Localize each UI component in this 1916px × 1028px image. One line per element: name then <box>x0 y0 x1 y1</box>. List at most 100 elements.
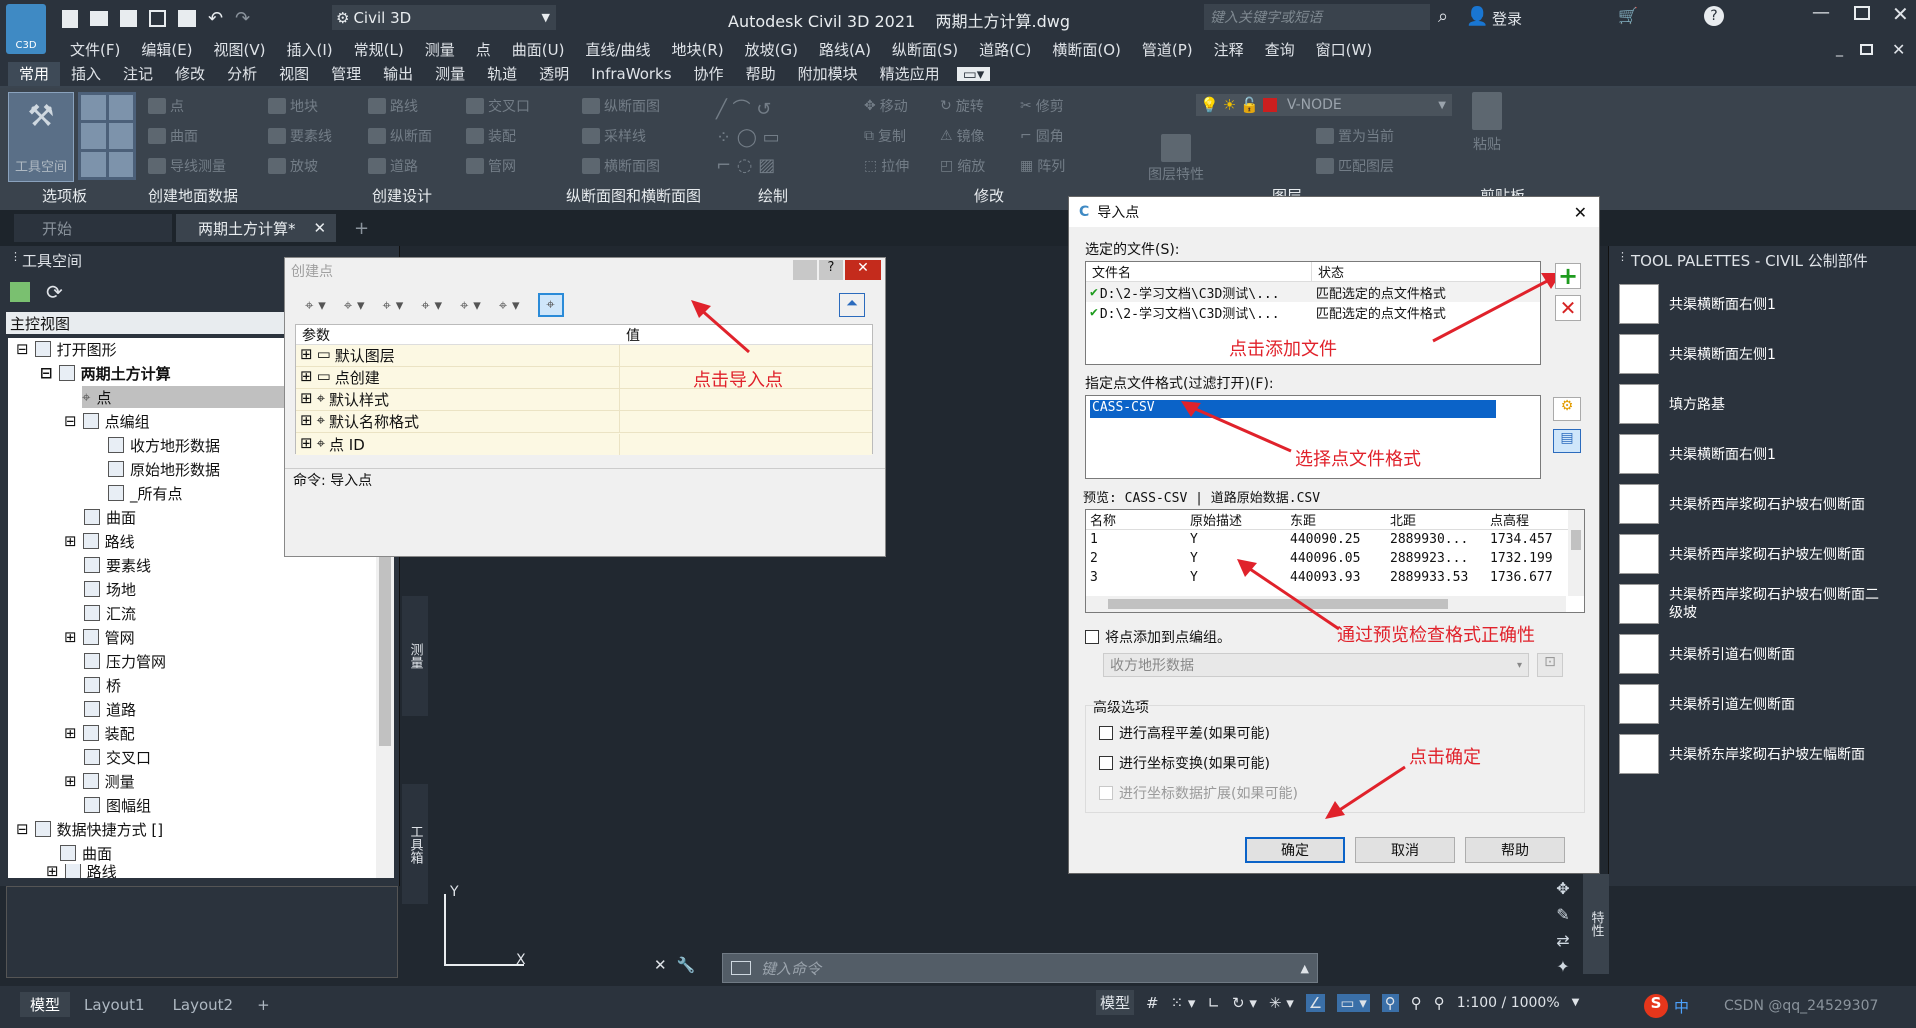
ribbon-traverse[interactable]: 导线测量 <box>148 156 226 176</box>
new-icon[interactable] <box>62 9 78 28</box>
tab-view[interactable]: 视图 <box>268 62 320 86</box>
add-file-icon[interactable]: + <box>1555 263 1581 289</box>
menu-item[interactable]: 放坡(G) <box>745 39 798 60</box>
tab-survey[interactable]: 测量 <box>424 62 476 86</box>
undo-icon[interactable]: ↶ <box>208 8 223 29</box>
palette-item[interactable]: 填方路基 <box>1619 382 1725 426</box>
menu-item[interactable]: 横断面(O) <box>1052 39 1121 60</box>
autoscale-icon[interactable]: ⚲ <box>1411 994 1422 1012</box>
palette-item[interactable]: 共渠桥西岸浆砌石护坡右侧断面二级坡 <box>1619 582 1909 626</box>
maximize-icon[interactable] <box>1854 6 1870 20</box>
tab-featured[interactable]: 精选应用 <box>869 62 951 86</box>
ortho-icon[interactable]: ∟ <box>1207 994 1220 1012</box>
panel-create-design[interactable]: 创建设计 <box>372 185 432 206</box>
tree-item[interactable]: ⊟ 数据快捷方式 [] <box>16 818 163 840</box>
tree-item[interactable]: 桥 <box>84 674 121 696</box>
checkbox[interactable] <box>1085 630 1099 644</box>
tree-item[interactable]: 图幅组 <box>84 794 151 816</box>
properties-side-tab[interactable]: 特性 <box>1583 874 1609 974</box>
grid-icon[interactable]: # <box>1146 994 1159 1012</box>
tree-item[interactable]: 要素线 <box>84 554 151 576</box>
palette-item[interactable]: 共渠桥西岸浆砌石护坡右侧断面 <box>1619 482 1865 526</box>
tree-item[interactable]: _所有点 <box>108 482 183 504</box>
toolspace-settings-icon[interactable] <box>10 282 30 302</box>
tree-item[interactable]: ⊟ 两期土方计算 <box>40 362 171 384</box>
ribbon-sectionview[interactable]: 横断面图 <box>582 156 660 176</box>
tree-item[interactable]: 收方地形数据 <box>108 434 220 456</box>
ok-button[interactable]: 确定 <box>1245 837 1345 863</box>
menu-item[interactable]: 文件(F) <box>70 39 120 60</box>
annotation-visibility-icon[interactable]: ⚲ <box>1381 993 1399 1012</box>
ribbon-setcurrent[interactable]: 置为当前 <box>1316 126 1394 146</box>
ribbon-layerprops[interactable]: 图层特性 <box>1148 134 1204 184</box>
menu-item[interactable]: 视图(V) <box>214 39 266 60</box>
palette-item[interactable]: 共渠桥西岸浆砌石护坡左侧断面 <box>1619 532 1865 576</box>
refresh-icon[interactable]: ⟳ <box>46 280 63 304</box>
menu-item[interactable]: 注释 <box>1214 39 1244 60</box>
ribbon-parcel[interactable]: 地块 <box>268 96 318 116</box>
menu-item[interactable]: 路线(A) <box>819 39 871 60</box>
otrack-icon[interactable]: ∠ <box>1305 993 1326 1012</box>
side-tab-toolbox[interactable]: 工具箱 <box>402 784 428 904</box>
help-button[interactable]: 帮助 <box>1465 837 1565 863</box>
side-tab-survey[interactable]: 测量 <box>402 596 428 716</box>
ribbon-matchlayer[interactable]: 匹配图层 <box>1316 156 1394 176</box>
tab-help[interactable]: 帮助 <box>735 62 787 86</box>
tab-modify[interactable]: 修改 <box>164 62 216 86</box>
ribbon-assembly[interactable]: 装配 <box>466 126 516 146</box>
ribbon-trim[interactable]: ✂ 修剪 <box>1020 96 1064 116</box>
workspace-dropdown[interactable]: ⚙ Civil 3D ▼ <box>332 5 556 30</box>
format-options-icon[interactable]: ▤ <box>1553 429 1581 453</box>
minimize-icon[interactable]: — <box>1812 2 1830 23</box>
polar-icon[interactable]: ↻ ▾ <box>1232 994 1257 1012</box>
menu-item[interactable]: 道路(C) <box>979 39 1031 60</box>
ribbon-mirror[interactable]: ⚠ 镜像 <box>940 126 985 146</box>
command-input[interactable]: 键入命令 <box>761 958 821 979</box>
preview-vscrollbar[interactable] <box>1568 510 1584 596</box>
palette-grip-icon[interactable]: ⋮ <box>1617 250 1628 263</box>
remove-file-icon[interactable]: ✕ <box>1555 295 1581 321</box>
panel-palettes[interactable]: 选项板 <box>42 185 87 206</box>
ribbon-profileview[interactable]: 纵断面图 <box>582 96 660 116</box>
ribbon-surface[interactable]: 曲面 <box>148 126 198 146</box>
tab-transparent[interactable]: 透明 <box>528 62 580 86</box>
add-layout-icon[interactable]: + <box>247 994 280 1016</box>
add-to-group-checkbox[interactable]: 将点添加到点编组。 <box>1085 627 1231 647</box>
help-icon[interactable]: ? <box>1704 6 1724 26</box>
point-create-icon[interactable]: ⌖ ▾ <box>305 296 326 314</box>
tab-layout1[interactable]: Layout1 <box>70 994 159 1016</box>
point-polyline-icon[interactable]: ⌖ ▾ <box>460 296 481 314</box>
param-row[interactable]: ⊞ ▭ 默认图层 <box>296 345 872 367</box>
ribbon-pipenetwork[interactable]: 管网 <box>466 156 516 176</box>
menu-item[interactable]: 管道(P) <box>1142 39 1193 60</box>
close-icon[interactable]: ✕ <box>1892 2 1909 26</box>
toolspace-button[interactable]: ⚒ 工具空间 <box>8 92 74 182</box>
ribbon-paste[interactable]: 粘贴 <box>1472 92 1502 154</box>
search-box[interactable]: 键入关键字或短语 <box>1204 4 1430 30</box>
close-tab-icon[interactable]: ✕ <box>314 219 327 237</box>
menu-item[interactable]: 测量 <box>425 39 455 60</box>
menu-item[interactable]: 窗口(W) <box>1316 39 1373 60</box>
doc-min-icon[interactable]: _ <box>1836 41 1843 57</box>
palette-item[interactable]: 共渠横断面右侧1 <box>1619 282 1776 326</box>
checkbox[interactable] <box>1099 726 1113 740</box>
panel-draw[interactable]: 绘制 <box>758 185 788 206</box>
tree-item[interactable]: ⊞ 路线 <box>64 530 135 552</box>
param-row[interactable]: ⊞ ▭ 点创建 <box>296 367 872 389</box>
ribbon-corridor[interactable]: 道路 <box>368 156 418 176</box>
tree-item[interactable]: ⊞ 路线 <box>46 864 117 878</box>
tree-item[interactable]: 原始地形数据 <box>108 458 220 480</box>
tab-analyze[interactable]: 分析 <box>216 62 268 86</box>
tree-item[interactable]: ⊞ 测量 <box>64 770 135 792</box>
ribbon-intersection[interactable]: 交叉口 <box>466 96 530 116</box>
ribbon-rotate[interactable]: ↻ 旋转 <box>940 96 984 116</box>
ribbon-points[interactable]: 点 <box>148 96 184 116</box>
restore-icon[interactable] <box>793 260 817 280</box>
palette-buttons[interactable] <box>78 92 136 180</box>
close-icon[interactable]: ✕ <box>845 260 881 280</box>
ribbon-fillet[interactable]: ⌐ 圆角 <box>1020 126 1064 146</box>
tab-addins[interactable]: 附加模块 <box>787 62 869 86</box>
ribbon-options-icon[interactable]: ▭▾ <box>956 67 991 82</box>
param-row[interactable]: ⊞ ⌖ 点 ID <box>296 433 872 455</box>
tree-item[interactable]: ⊟ 点编组 <box>64 410 150 432</box>
